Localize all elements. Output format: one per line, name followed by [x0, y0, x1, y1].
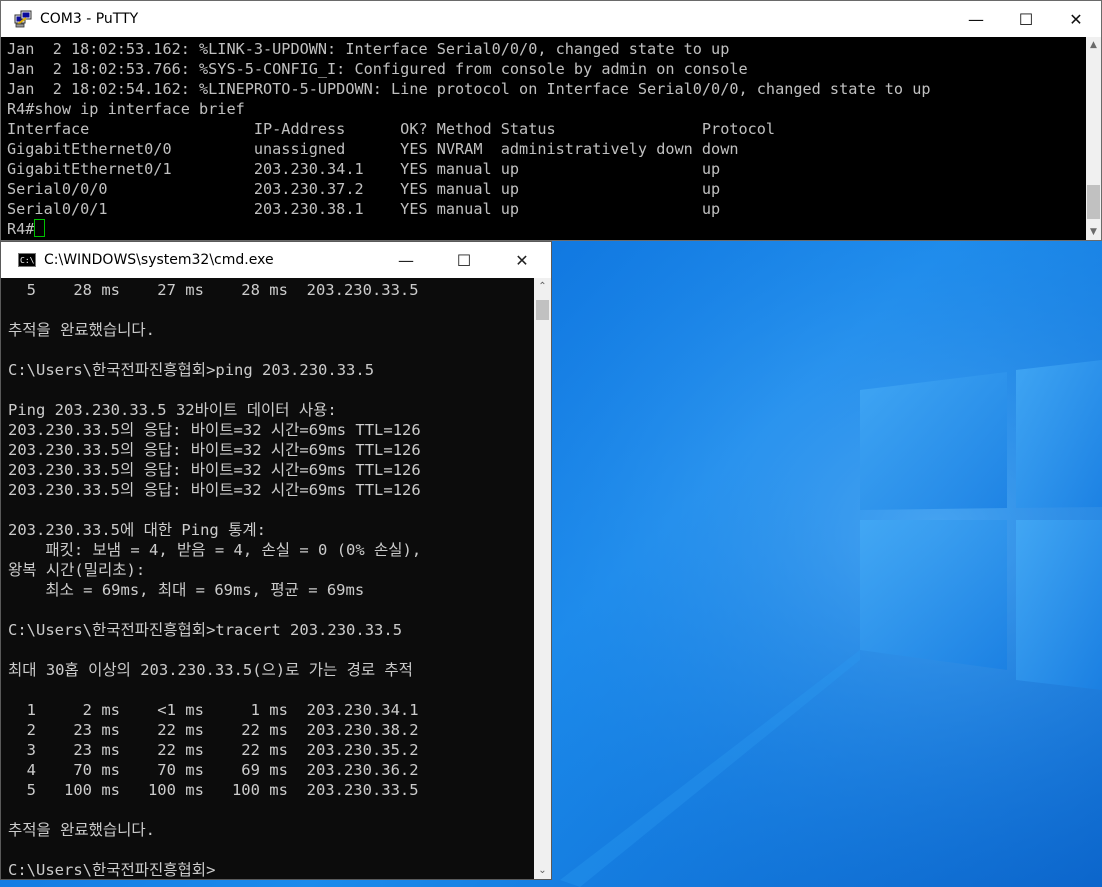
- terminal-line: 추적을 완료했습니다.: [8, 321, 156, 339]
- scroll-down-arrow-icon[interactable]: ⌄: [534, 862, 551, 879]
- terminal-line: Ping 203.230.33.5 32바이트 데이터 사용:: [8, 401, 337, 419]
- terminal-line: ​: [8, 380, 528, 400]
- cmd-window-title: C:\WINDOWS\system32\cmd.exe: [44, 252, 274, 268]
- terminal-line: 1 2 ms <1 ms 1 ms 203.230.34.1: [8, 701, 419, 719]
- terminal-line: 최소 = 69ms, 최대 = 69ms, 평균 = 69ms: [8, 581, 365, 599]
- putty-close-button[interactable]: ✕: [1051, 1, 1101, 37]
- terminal-line: ​: [8, 600, 528, 620]
- terminal-line: C:\Users\한국전파진흥협회>ping 203.230.33.5: [8, 361, 375, 379]
- cmd-scrollbar[interactable]: ⌃ ⌄: [534, 278, 551, 879]
- terminal-line: 203.230.33.5의 응답: 바이트=32 시간=69ms TTL=126: [8, 481, 421, 499]
- terminal-line: Jan 2 18:02:54.162: %LINEPROTO-5-UPDOWN:…: [7, 80, 931, 98]
- cmd-titlebar[interactable]: C:\ C:\WINDOWS\system32\cmd.exe — ☐ ✕: [1, 242, 551, 278]
- terminal-line: ​: [8, 500, 528, 520]
- putty-window-title: COM3 - PuTTY: [40, 11, 139, 27]
- terminal-line: 203.230.33.5의 응답: 바이트=32 시간=69ms TTL=126: [8, 461, 421, 479]
- terminal-line: 2 23 ms 22 ms 22 ms 203.230.38.2: [8, 721, 419, 739]
- terminal-line: Serial0/0/0 203.230.37.2 YES manual up u…: [7, 180, 721, 198]
- cmd-app-icon: C:\: [18, 253, 36, 267]
- cmd-scrollbar-thumb[interactable]: [536, 300, 549, 320]
- terminal-line: ​: [8, 300, 528, 320]
- cmd-minimize-button[interactable]: —: [377, 242, 435, 278]
- terminal-prompt: R4#: [7, 220, 35, 238]
- putty-scrollbar-thumb[interactable]: [1087, 185, 1100, 219]
- terminal-line: Jan 2 18:02:53.162: %LINK-3-UPDOWN: Inte…: [7, 40, 730, 58]
- terminal-line: C:\Users\한국전파진흥협회>tracert 203.230.33.5: [8, 621, 403, 639]
- scroll-up-arrow-icon[interactable]: ⌃: [534, 278, 551, 295]
- terminal-line: 5 28 ms 27 ms 28 ms 203.230.33.5: [8, 281, 419, 299]
- terminal-line: 203.230.33.5에 대한 Ping 통계:: [8, 521, 266, 539]
- terminal-line: ​: [8, 840, 528, 860]
- putty-maximize-button[interactable]: ☐: [1001, 1, 1051, 37]
- cmd-maximize-button[interactable]: ☐: [435, 242, 493, 278]
- scroll-up-arrow-icon[interactable]: ▲: [1086, 37, 1101, 53]
- putty-titlebar[interactable]: COM3 - PuTTY — ☐ ✕: [1, 1, 1101, 37]
- terminal-line: 최대 30홉 이상의 203.230.33.5(으)로 가는 경로 추적: [8, 661, 413, 679]
- terminal-line: Serial0/0/1 203.230.38.1 YES manual up u…: [7, 200, 721, 218]
- cmd-close-button[interactable]: ✕: [493, 242, 551, 278]
- terminal-cursor: [34, 219, 46, 237]
- terminal-prompt-line[interactable]: C:\Users\한국전파진흥협회>: [8, 860, 528, 878]
- terminal-line: 203.230.33.5의 응답: 바이트=32 시간=69ms TTL=126: [8, 441, 421, 459]
- terminal-line: GigabitEthernet0/1 203.230.34.1 YES manu…: [7, 160, 721, 178]
- terminal-line: ​: [8, 640, 528, 660]
- terminal-line: 5 100 ms 100 ms 100 ms 203.230.33.5: [8, 781, 419, 799]
- terminal-line: Interface IP-Address OK? Method Status P…: [7, 120, 776, 138]
- terminal-line: ​: [8, 680, 528, 700]
- terminal-line: Jan 2 18:02:53.766: %SYS-5-CONFIG_I: Con…: [7, 60, 748, 78]
- cmd-window[interactable]: C:\ C:\WINDOWS\system32\cmd.exe — ☐ ✕ 5 …: [0, 241, 552, 880]
- putty-terminal-output[interactable]: Jan 2 18:02:53.162: %LINK-3-UPDOWN: Inte…: [7, 39, 1085, 239]
- terminal-line: 왕복 시간(밀리초):: [8, 561, 146, 579]
- terminal-line: 203.230.33.5의 응답: 바이트=32 시간=69ms TTL=126: [8, 421, 421, 439]
- terminal-line: 3 23 ms 22 ms 22 ms 203.230.35.2: [8, 741, 419, 759]
- terminal-line: ​: [8, 800, 528, 820]
- putty-minimize-button[interactable]: —: [951, 1, 1001, 37]
- terminal-line: 추적을 완료했습니다.: [8, 821, 156, 839]
- terminal-line: 패킷: 보냄 = 4, 받음 = 4, 손실 = 0 (0% 손실),: [8, 541, 422, 559]
- terminal-line: GigabitEthernet0/0 unassigned YES NVRAM …: [7, 140, 739, 158]
- terminal-line: ​: [8, 340, 528, 360]
- putty-scrollbar[interactable]: ▲ ▼: [1086, 37, 1101, 240]
- terminal-line: R4#show ip interface brief: [7, 100, 245, 118]
- terminal-line: 4 70 ms 70 ms 69 ms 203.230.36.2: [8, 761, 419, 779]
- scroll-down-arrow-icon[interactable]: ▼: [1086, 224, 1101, 240]
- putty-window[interactable]: COM3 - PuTTY — ☐ ✕ Jan 2 18:02:53.162: %…: [0, 0, 1102, 241]
- cmd-terminal-output[interactable]: 5 28 ms 27 ms 28 ms 203.230.33.5​추적을 완료했…: [8, 280, 528, 878]
- terminal-prompt-line[interactable]: R4#: [7, 219, 1085, 239]
- putty-app-icon: [14, 10, 32, 28]
